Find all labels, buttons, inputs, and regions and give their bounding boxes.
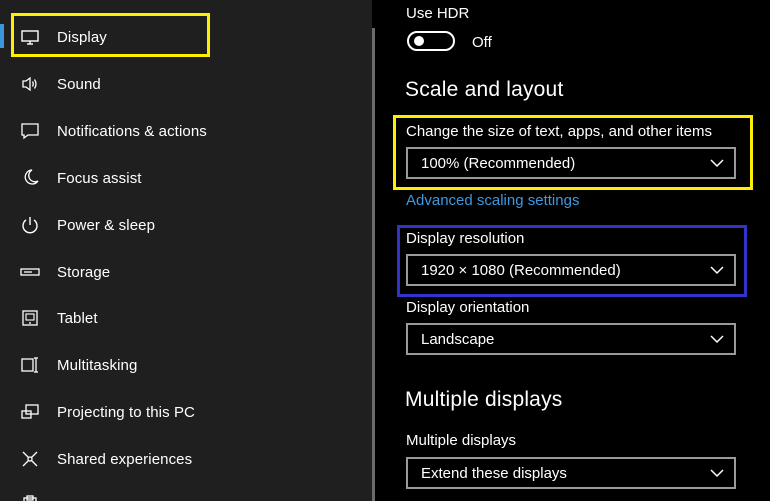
highlight-resolution-section [397,225,747,297]
multiple-displays-dropdown[interactable]: Extend these displays [406,457,736,489]
settings-window: Display Sound Notifications & actions Fo… [0,0,770,501]
sidebar-item-multitasking[interactable]: Multitasking [0,342,372,388]
sidebar-item-shared-experiences[interactable]: Shared experiences [0,436,372,482]
sidebar-item-label: Storage [57,263,111,281]
storage-icon [20,262,40,282]
sidebar-item-tablet[interactable]: Tablet [0,295,372,341]
hdr-toggle[interactable] [407,31,455,51]
display-settings-panel: Use HDR Off Scale and layout Change the … [376,0,770,501]
speaker-icon [20,74,40,94]
advanced-scaling-link[interactable]: Advanced scaling settings [406,192,579,209]
notification-icon [20,121,40,141]
multiple-displays-label: Multiple displays [406,432,517,449]
sidebar-item-clipped[interactable] [0,483,372,501]
power-icon [20,215,40,235]
orientation-label: Display orientation [406,299,530,316]
toggle-knob [414,36,424,46]
sidebar-item-label: Projecting to this PC [57,403,195,421]
moon-icon [20,168,40,188]
sidebar-item-power-sleep[interactable]: Power & sleep [0,202,372,248]
orientation-dropdown[interactable]: Landscape [406,323,736,355]
sidebar-item-label: Shared experiences [57,450,193,468]
sidebar-item-label: Power & sleep [57,216,156,234]
multitasking-icon [20,355,40,375]
sidebar-item-storage[interactable]: Storage [0,249,372,295]
sidebar-item-label: Focus assist [57,169,142,187]
scale-layout-heading: Scale and layout [405,78,564,101]
chevron-down-icon [710,335,724,344]
sidebar-item-projecting[interactable]: Projecting to this PC [0,389,372,435]
chevron-down-icon [710,469,724,478]
tablet-icon [20,308,40,328]
orientation-value: Landscape [421,331,495,348]
hdr-state-label: Off [472,34,492,51]
clipboard-icon [20,495,40,501]
shared-experiences-icon [20,449,40,469]
multiple-displays-heading: Multiple displays [405,388,563,411]
sidebar-item-sound[interactable]: Sound [0,61,372,107]
multiple-displays-value: Extend these displays [421,465,567,482]
hdr-label: Use HDR [406,5,470,22]
sidebar-item-focus-assist[interactable]: Focus assist [0,155,372,201]
sidebar: Display Sound Notifications & actions Fo… [0,0,372,501]
highlight-scale-section [393,115,753,190]
sidebar-item-label: Notifications & actions [57,122,207,140]
sidebar-item-label: Sound [57,75,101,93]
sidebar-item-notifications[interactable]: Notifications & actions [0,108,372,154]
sidebar-item-label: Tablet [57,309,98,327]
projecting-icon [20,402,40,422]
sidebar-scrollbar[interactable] [372,28,375,501]
sidebar-item-label: Multitasking [57,356,138,374]
highlight-display-nav [11,13,210,57]
